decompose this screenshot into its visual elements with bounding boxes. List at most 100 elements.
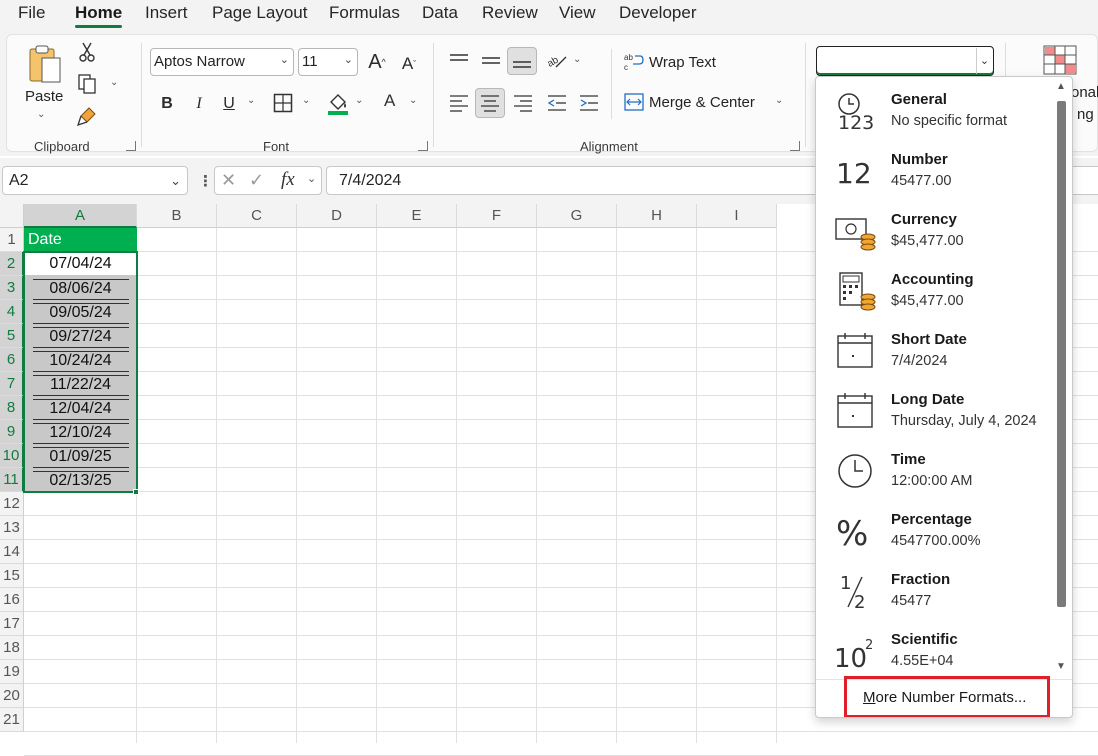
name-box[interactable]: A2 ⌄ — [2, 166, 188, 195]
font-name-combo[interactable]: Aptos Narrow ⌄ — [150, 48, 294, 76]
format-option-currency[interactable]: Currency $45,477.00 — [816, 199, 1050, 259]
row-header-18[interactable]: 18 — [0, 636, 24, 660]
row-header-3[interactable]: 3 — [0, 276, 24, 300]
tab-home[interactable]: Home — [75, 3, 123, 28]
format-option-general[interactable]: 123 General No specific format — [816, 79, 1050, 139]
row-header-20[interactable]: 20 — [0, 684, 24, 708]
enter-icon[interactable]: ✓ — [249, 170, 264, 191]
column-header-a[interactable]: A — [24, 204, 137, 228]
row-header-21[interactable]: 21 — [0, 708, 24, 732]
column-header-f[interactable]: F — [457, 204, 537, 228]
format-painter-icon[interactable] — [75, 105, 99, 127]
tab-page-layout[interactable]: Page Layout — [212, 3, 307, 23]
clipboard-launcher-icon[interactable] — [126, 141, 136, 151]
tab-developer[interactable]: Developer — [619, 3, 697, 23]
align-bottom-icon[interactable] — [507, 47, 537, 75]
alignment-launcher-icon[interactable] — [790, 141, 800, 151]
row-header-15[interactable]: 15 — [0, 564, 24, 588]
format-option-accounting[interactable]: Accounting $45,477.00 — [816, 259, 1050, 319]
tab-file[interactable]: File — [18, 3, 45, 23]
tab-data[interactable]: Data — [422, 3, 458, 23]
copy-icon[interactable] — [75, 73, 99, 95]
column-header-b[interactable]: B — [137, 204, 217, 228]
column-header-c[interactable]: C — [217, 204, 297, 228]
cell-a1[interactable]: Date — [24, 228, 137, 252]
column-header-d[interactable]: D — [297, 204, 377, 228]
decrease-indent-icon[interactable] — [545, 91, 569, 115]
underline-button[interactable]: U — [219, 92, 239, 116]
fill-color-dropdown-icon[interactable]: ⌄ — [355, 95, 363, 106]
row-header-13[interactable]: 13 — [0, 516, 24, 540]
borders-dropdown-icon[interactable]: ⌄ — [302, 95, 310, 106]
row-header-7[interactable]: 7 — [0, 372, 24, 396]
cancel-icon[interactable]: ✕ — [221, 170, 236, 191]
underline-dropdown-icon[interactable]: ⌄ — [247, 95, 255, 106]
font-size-combo[interactable]: 11 ⌄ — [298, 48, 358, 76]
chevron-down-icon[interactable]: ⌄ — [307, 172, 316, 185]
row-header-11[interactable]: 11 — [0, 468, 24, 492]
copy-dropdown-icon[interactable]: ⌄ — [110, 77, 118, 88]
tab-review[interactable]: Review — [482, 3, 538, 23]
cut-icon[interactable] — [75, 41, 99, 63]
column-header-g[interactable]: G — [537, 204, 617, 228]
select-all-corner[interactable] — [0, 204, 24, 228]
orientation-dropdown-icon[interactable]: ⌄ — [573, 54, 581, 65]
row-header-4[interactable]: 4 — [0, 300, 24, 324]
row-header-5[interactable]: 5 — [0, 324, 24, 348]
row-header-8[interactable]: 8 — [0, 396, 24, 420]
tab-formulas[interactable]: Formulas — [329, 3, 400, 23]
wrap-text-label[interactable]: Wrap Text — [649, 54, 716, 71]
column-header-h[interactable]: H — [617, 204, 697, 228]
scroll-up-icon[interactable]: ▲ — [1056, 81, 1066, 92]
merge-center-icon[interactable] — [623, 91, 645, 113]
row-header-12[interactable]: 12 — [0, 492, 24, 516]
format-option-percentage[interactable]: % Percentage 4547700.00% — [816, 499, 1050, 559]
align-center-icon[interactable] — [475, 88, 505, 118]
scrollbar-thumb[interactable] — [1057, 101, 1066, 607]
align-top-icon[interactable] — [447, 49, 471, 73]
row-header-9[interactable]: 9 — [0, 420, 24, 444]
row-header-19[interactable]: 19 — [0, 660, 24, 684]
number-format-combo[interactable]: ⌄ — [816, 46, 994, 76]
column-header-e[interactable]: E — [377, 204, 457, 228]
align-right-icon[interactable] — [511, 91, 535, 115]
tab-view[interactable]: View — [559, 3, 596, 23]
borders-icon[interactable] — [271, 91, 295, 115]
more-number-formats-button[interactable]: More Number Formats... — [844, 676, 1050, 717]
paste-dropdown-icon[interactable]: ⌄ — [37, 109, 45, 120]
row-header-16[interactable]: 16 — [0, 588, 24, 612]
align-middle-icon[interactable] — [479, 49, 503, 73]
font-color-icon[interactable]: A — [379, 89, 403, 115]
format-option-short-date[interactable]: Short Date 7/4/2024 — [816, 319, 1050, 379]
more-options-icon[interactable]: ⋮ — [198, 172, 213, 190]
chevron-down-icon[interactable]: ⌄ — [170, 173, 181, 189]
bold-button[interactable]: B — [157, 92, 177, 116]
increase-font-icon[interactable]: A ^ — [365, 49, 389, 75]
increase-indent-icon[interactable] — [577, 91, 601, 115]
merge-center-dropdown-icon[interactable]: ⌄ — [775, 95, 783, 106]
row-header-10[interactable]: 10 — [0, 444, 24, 468]
paste-label[interactable]: Paste — [25, 88, 63, 105]
conditional-formatting-icon[interactable] — [1043, 45, 1077, 75]
align-left-icon[interactable] — [447, 91, 471, 115]
format-option-long-date[interactable]: Long Date Thursday, July 4, 2024 — [816, 379, 1050, 439]
tab-insert[interactable]: Insert — [145, 3, 188, 23]
merge-center-label[interactable]: Merge & Center — [649, 94, 755, 111]
italic-button[interactable]: I — [189, 92, 209, 116]
row-header-17[interactable]: 17 — [0, 612, 24, 636]
column-header-i[interactable]: I — [697, 204, 777, 228]
paste-icon[interactable] — [25, 43, 65, 85]
orientation-icon[interactable]: ab — [545, 49, 569, 73]
format-option-number[interactable]: 12 Number 45477.00 — [816, 139, 1050, 199]
row-header-1[interactable]: 1 — [0, 228, 24, 252]
wrap-text-icon[interactable]: ab c — [623, 51, 645, 73]
font-launcher-icon[interactable] — [418, 141, 428, 151]
scroll-down-icon[interactable]: ▼ — [1056, 661, 1066, 672]
row-header-14[interactable]: 14 — [0, 540, 24, 564]
conditional-formatting-label-partial[interactable]: onal — [1071, 84, 1098, 101]
chevron-down-icon[interactable]: ⌄ — [976, 48, 992, 74]
fill-handle[interactable] — [133, 489, 139, 495]
format-option-scientific[interactable]: 10 2 Scientific 4.55E+04 — [816, 619, 1050, 679]
font-color-dropdown-icon[interactable]: ⌄ — [409, 95, 417, 106]
row-header-6[interactable]: 6 — [0, 348, 24, 372]
